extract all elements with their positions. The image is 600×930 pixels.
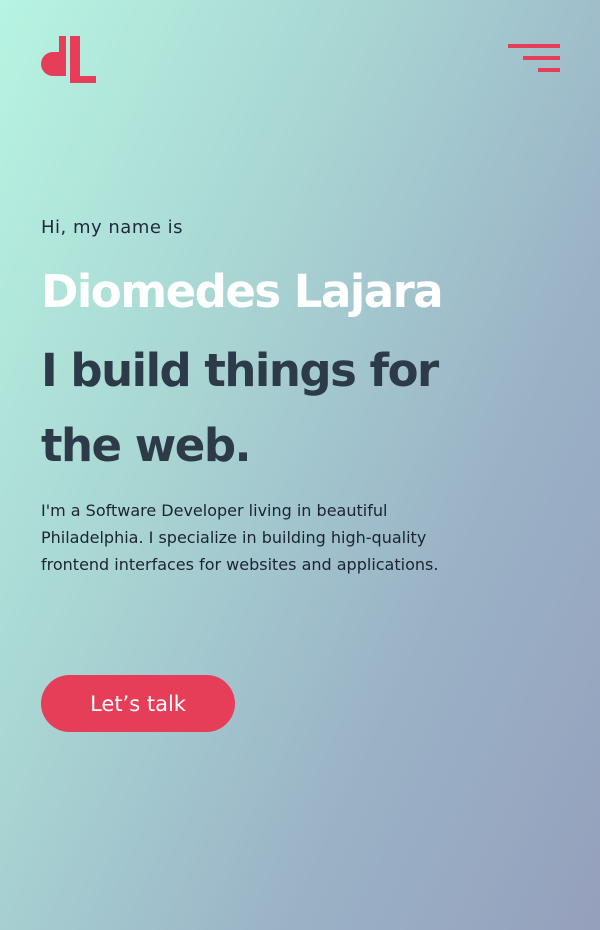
lets-talk-button[interactable]: Let’s talk <box>41 675 235 732</box>
hero-name: Diomedes Lajara <box>41 265 444 318</box>
hamburger-menu-icon[interactable] <box>506 44 560 74</box>
logo-icon[interactable] <box>41 36 97 84</box>
greeting-text: Hi, my name is <box>41 217 184 238</box>
hero-tagline: I build things for the web. <box>41 344 439 472</box>
hero-bio: I'm a Software Developer living in beaut… <box>41 501 439 574</box>
